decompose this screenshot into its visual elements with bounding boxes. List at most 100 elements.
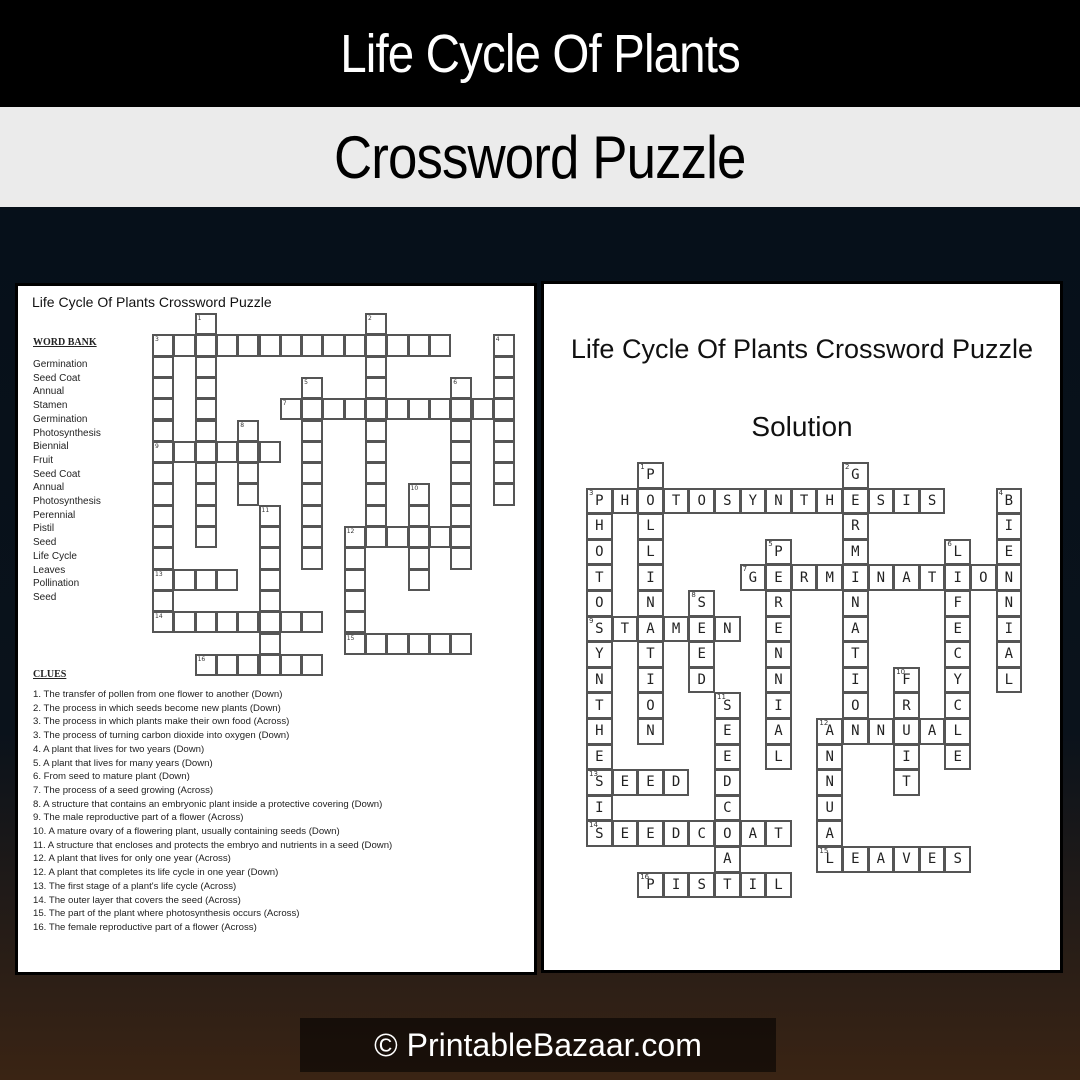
puzzle-cell[interactable] <box>237 440 260 464</box>
puzzle-cell[interactable] <box>301 504 324 527</box>
puzzle-cell[interactable] <box>301 483 324 506</box>
puzzle-cell[interactable] <box>194 568 217 591</box>
puzzle-cell[interactable] <box>258 653 281 677</box>
puzzle-cell[interactable] <box>365 398 388 421</box>
puzzle-cell[interactable] <box>258 589 281 613</box>
puzzle-cell[interactable] <box>343 568 366 591</box>
puzzle-cell[interactable]: 14 <box>152 611 175 634</box>
puzzle-cell[interactable] <box>173 334 196 357</box>
puzzle-cell[interactable] <box>301 462 324 485</box>
puzzle-cell[interactable] <box>365 483 388 506</box>
puzzle-cell[interactable] <box>450 632 473 655</box>
puzzle-cell[interactable] <box>386 526 409 549</box>
puzzle-cell[interactable] <box>237 611 260 634</box>
puzzle-cell[interactable] <box>343 334 366 357</box>
puzzle-cell[interactable] <box>215 334 239 357</box>
puzzle-cell[interactable]: 6 <box>450 376 473 400</box>
puzzle-cell[interactable] <box>365 526 388 549</box>
puzzle-cell[interactable] <box>492 440 516 464</box>
puzzle-cell[interactable] <box>152 547 175 570</box>
puzzle-cell[interactable]: 5 <box>301 376 324 400</box>
puzzle-cell[interactable] <box>194 419 217 442</box>
puzzle-cell[interactable] <box>428 632 452 655</box>
puzzle-cell[interactable] <box>301 611 324 634</box>
puzzle-cell[interactable] <box>152 355 175 378</box>
puzzle-cell[interactable] <box>301 547 324 570</box>
puzzle-cell[interactable] <box>492 419 516 442</box>
puzzle-cell[interactable]: 9 <box>152 440 175 464</box>
puzzle-cell[interactable]: 4 <box>492 334 516 357</box>
puzzle-cell[interactable] <box>450 483 473 506</box>
puzzle-cell[interactable]: 2 <box>365 313 388 336</box>
puzzle-cell[interactable] <box>407 504 430 527</box>
puzzle-cell[interactable] <box>343 589 366 613</box>
puzzle-cell[interactable] <box>279 653 303 677</box>
puzzle-cell[interactable] <box>258 611 281 634</box>
puzzle-cell[interactable] <box>215 568 239 591</box>
puzzle-cell[interactable] <box>194 334 217 357</box>
puzzle-cell[interactable] <box>365 462 388 485</box>
puzzle-cell[interactable] <box>492 398 516 421</box>
puzzle-cell[interactable] <box>492 355 516 378</box>
puzzle-cell[interactable] <box>386 632 409 655</box>
puzzle-cell[interactable] <box>365 504 388 527</box>
puzzle-cell[interactable] <box>152 589 175 613</box>
puzzle-cell[interactable] <box>301 526 324 549</box>
puzzle-cell[interactable] <box>492 376 516 400</box>
puzzle-cell[interactable] <box>365 334 388 357</box>
puzzle-cell[interactable] <box>450 526 473 549</box>
puzzle-cell[interactable]: 11 <box>258 504 281 527</box>
puzzle-cell[interactable] <box>237 483 260 506</box>
puzzle-cell[interactable] <box>365 419 388 442</box>
puzzle-cell[interactable] <box>152 419 175 442</box>
puzzle-cell[interactable] <box>301 653 324 677</box>
puzzle-cell[interactable] <box>215 440 239 464</box>
puzzle-cell[interactable] <box>194 526 217 549</box>
puzzle-cell[interactable] <box>386 334 409 357</box>
puzzle-cell[interactable]: 10 <box>407 483 430 506</box>
puzzle-cell[interactable] <box>194 440 217 464</box>
puzzle-cell[interactable] <box>194 611 217 634</box>
puzzle-cell[interactable] <box>301 440 324 464</box>
puzzle-cell[interactable] <box>471 398 494 421</box>
puzzle-cell[interactable] <box>279 611 303 634</box>
puzzle-cell[interactable] <box>407 526 430 549</box>
puzzle-cell[interactable]: 1 <box>194 313 217 336</box>
puzzle-cell[interactable] <box>386 398 409 421</box>
puzzle-cell[interactable] <box>407 632 430 655</box>
puzzle-cell[interactable] <box>237 462 260 485</box>
puzzle-cell[interactable] <box>322 398 345 421</box>
puzzle-cell[interactable] <box>450 462 473 485</box>
puzzle-cell[interactable] <box>258 547 281 570</box>
puzzle-cell[interactable] <box>450 419 473 442</box>
puzzle-cell[interactable] <box>173 568 196 591</box>
puzzle-cell[interactable] <box>215 611 239 634</box>
puzzle-cell[interactable] <box>450 504 473 527</box>
puzzle-cell[interactable] <box>365 440 388 464</box>
puzzle-cell[interactable] <box>152 526 175 549</box>
puzzle-cell[interactable] <box>258 632 281 655</box>
puzzle-cell[interactable] <box>343 611 366 634</box>
puzzle-cell[interactable] <box>301 398 324 421</box>
puzzle-cell[interactable] <box>492 462 516 485</box>
puzzle-cell[interactable] <box>237 334 260 357</box>
puzzle-cell[interactable]: 15 <box>343 632 366 655</box>
puzzle-cell[interactable] <box>450 398 473 421</box>
puzzle-cell[interactable] <box>194 398 217 421</box>
puzzle-cell[interactable]: 16 <box>194 653 217 677</box>
puzzle-cell[interactable]: 12 <box>343 526 366 549</box>
puzzle-cell[interactable] <box>365 355 388 378</box>
puzzle-cell[interactable] <box>450 440 473 464</box>
puzzle-cell[interactable]: 3 <box>152 334 175 357</box>
puzzle-cell[interactable]: 8 <box>237 419 260 442</box>
puzzle-cell[interactable] <box>152 462 175 485</box>
puzzle-cell[interactable] <box>152 398 175 421</box>
puzzle-cell[interactable] <box>194 462 217 485</box>
puzzle-cell[interactable]: 13 <box>152 568 175 591</box>
puzzle-cell[interactable] <box>194 355 217 378</box>
puzzle-cell[interactable] <box>258 526 281 549</box>
puzzle-cell[interactable] <box>237 653 260 677</box>
puzzle-cell[interactable] <box>428 526 452 549</box>
puzzle-cell[interactable] <box>450 547 473 570</box>
puzzle-cell[interactable] <box>258 334 281 357</box>
